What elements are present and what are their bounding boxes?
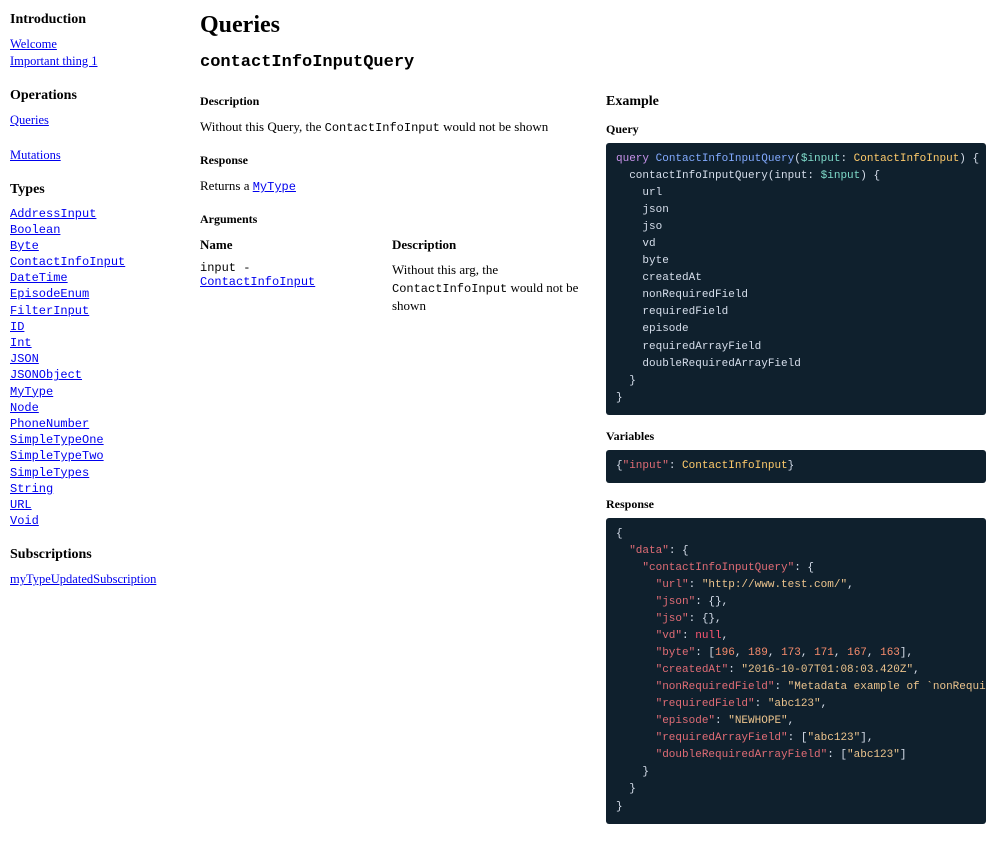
query-name-heading: contactInfoInputQuery: [200, 53, 986, 72]
main-content: Queries contactInfoInputQuery Descriptio…: [190, 0, 1000, 858]
arg-name-cell: input - ContactInfoInput: [200, 261, 370, 289]
arg-desc-cell: Without this arg, the ContactInfoInput w…: [392, 261, 582, 314]
page-title: Queries: [200, 12, 986, 39]
sidebar-link-type[interactable]: JSON: [10, 351, 180, 367]
sidebar-link-type[interactable]: URL: [10, 497, 180, 513]
sidebar: Introduction Welcome Important thing 1 O…: [0, 0, 190, 858]
example-heading: Example: [606, 94, 986, 110]
sidebar-link-type[interactable]: SimpleTypeOne: [10, 432, 180, 448]
sidebar-link-subscription[interactable]: myTypeUpdatedSubscription: [10, 571, 180, 588]
vars-subhead: Variables: [606, 429, 986, 444]
sidebar-heading-subs: Subscriptions: [10, 547, 180, 563]
sidebar-link-mutations[interactable]: Mutations: [10, 147, 180, 164]
response-text: Returns a MyType: [200, 178, 582, 194]
description-text: Without this Query, the ContactInfoInput…: [200, 119, 582, 135]
sidebar-link-type[interactable]: Boolean: [10, 222, 180, 238]
arguments-heading: Arguments: [200, 212, 582, 227]
code-block-query: query ContactInfoInputQuery($input: Cont…: [606, 143, 986, 415]
sidebar-link-type[interactable]: JSONObject: [10, 367, 180, 383]
response-type-link[interactable]: MyType: [253, 180, 296, 194]
sidebar-link-type[interactable]: SimpleTypes: [10, 465, 180, 481]
sidebar-link-welcome[interactable]: Welcome: [10, 36, 180, 53]
sidebar-heading-intro: Introduction: [10, 12, 180, 28]
sidebar-link-queries[interactable]: Queries: [10, 112, 180, 129]
left-column: Description Without this Query, the Cont…: [200, 94, 582, 838]
sidebar-section-subs: Subscriptions myTypeUpdatedSubscription: [10, 547, 180, 588]
arg-desc-header: Description: [392, 237, 582, 253]
right-column: Example Query query ContactInfoInputQuer…: [606, 94, 986, 838]
resp-subhead: Response: [606, 497, 986, 512]
sidebar-link-important[interactable]: Important thing 1: [10, 53, 180, 70]
query-subhead: Query: [606, 122, 986, 137]
response-heading: Response: [200, 153, 582, 168]
arguments-row: Name input - ContactInfoInput Descriptio…: [200, 237, 582, 314]
code-block-response: { "data": { "contactInfoInputQuery": { "…: [606, 518, 986, 824]
code-block-variables: {"input": ContactInfoInput}: [606, 450, 986, 483]
sidebar-link-type[interactable]: Byte: [10, 238, 180, 254]
sidebar-heading-ops: Operations: [10, 88, 180, 104]
sidebar-link-type[interactable]: Int: [10, 335, 180, 351]
sidebar-section-ops: Operations Queries Mutations: [10, 88, 180, 164]
sidebar-link-type[interactable]: Void: [10, 513, 180, 529]
sidebar-link-type[interactable]: MyType: [10, 384, 180, 400]
sidebar-section-intro: Introduction Welcome Important thing 1: [10, 12, 180, 70]
sidebar-link-type[interactable]: Node: [10, 400, 180, 416]
sidebar-link-type[interactable]: AddressInput: [10, 206, 180, 222]
sidebar-link-type[interactable]: ContactInfoInput: [10, 254, 180, 270]
sidebar-link-type[interactable]: EpisodeEnum: [10, 286, 180, 302]
sidebar-section-types: Types AddressInputBooleanByteContactInfo…: [10, 182, 180, 530]
sidebar-link-type[interactable]: ID: [10, 319, 180, 335]
sidebar-link-type[interactable]: String: [10, 481, 180, 497]
description-heading: Description: [200, 94, 582, 109]
sidebar-link-type[interactable]: DateTime: [10, 270, 180, 286]
sidebar-link-type[interactable]: PhoneNumber: [10, 416, 180, 432]
sidebar-link-type[interactable]: SimpleTypeTwo: [10, 448, 180, 464]
arg-type-link[interactable]: ContactInfoInput: [200, 275, 315, 289]
sidebar-link-type[interactable]: FilterInput: [10, 303, 180, 319]
arg-name-header: Name: [200, 237, 370, 253]
inline-code-type: ContactInfoInput: [325, 121, 440, 135]
sidebar-heading-types: Types: [10, 182, 180, 198]
